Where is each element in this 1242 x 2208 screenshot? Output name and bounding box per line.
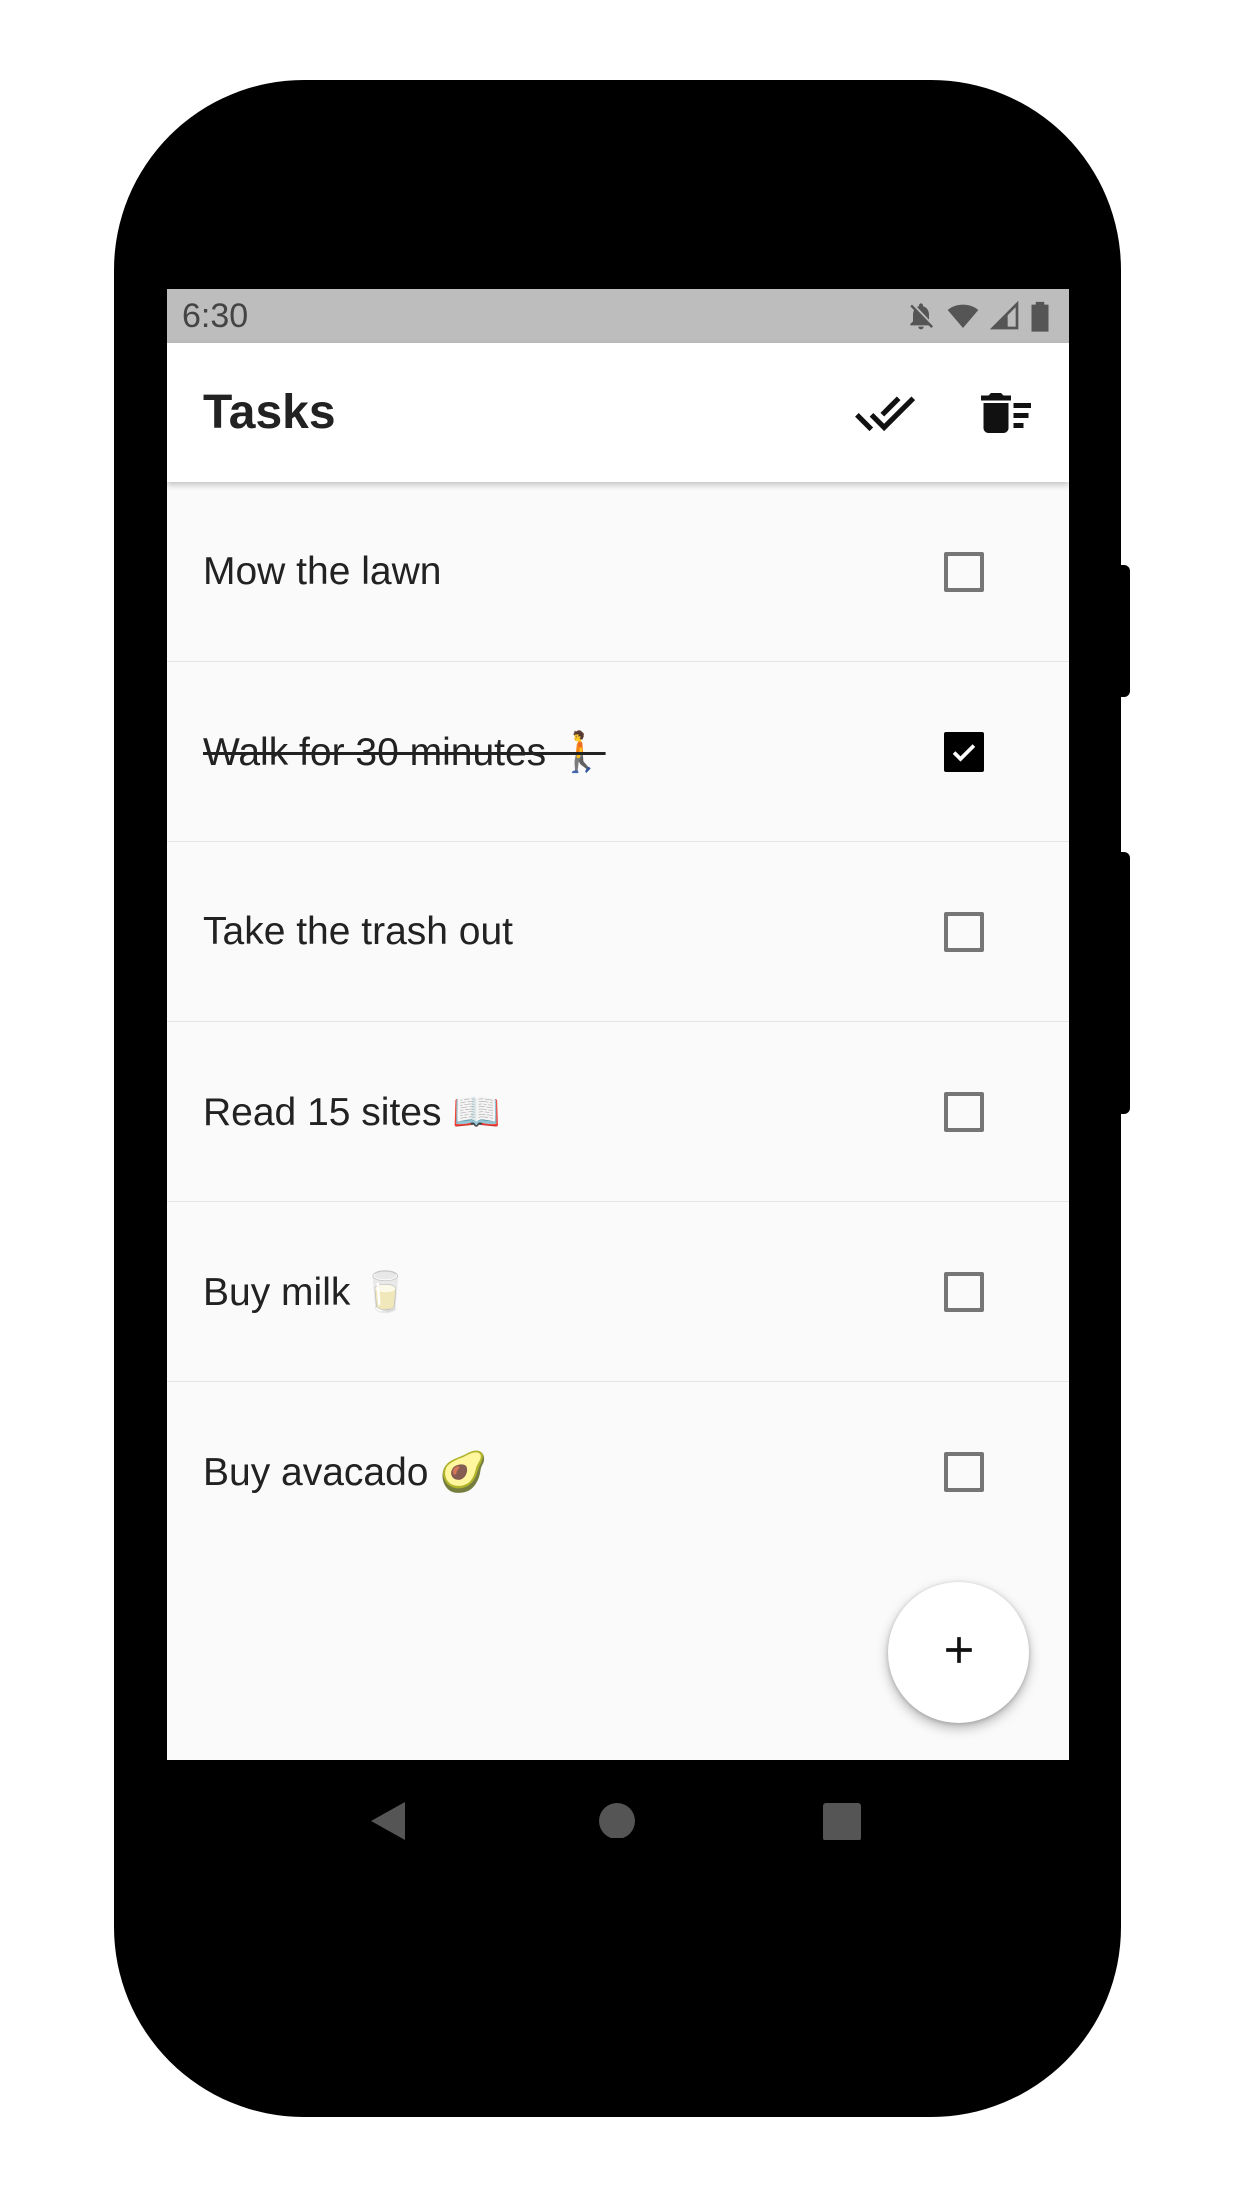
- status-time: 6:30: [182, 297, 249, 335]
- home-icon[interactable]: [598, 1800, 636, 1843]
- task-label: Take the trash out: [203, 909, 514, 953]
- app-bar: Tasks: [167, 343, 1069, 482]
- volume-button: [1121, 852, 1130, 1114]
- task-checkbox[interactable]: [944, 911, 984, 952]
- task-row[interactable]: Take the trash out: [167, 842, 1069, 1022]
- task-row[interactable]: Mow the lawn: [167, 482, 1069, 662]
- signal-icon: [989, 300, 1021, 332]
- task-checkbox[interactable]: [944, 551, 984, 592]
- task-row[interactable]: Buy avacado 🥑: [167, 1382, 1069, 1561]
- status-bar: 6:30: [167, 289, 1069, 343]
- task-row[interactable]: Read 15 sites 📖: [167, 1022, 1069, 1202]
- done-all-icon: [854, 382, 916, 449]
- task-checkbox[interactable]: [944, 1451, 984, 1492]
- task-row[interactable]: Buy milk 🥛: [167, 1202, 1069, 1382]
- mark-all-done-button[interactable]: [849, 379, 921, 451]
- delete-sweep-icon: [976, 383, 1036, 448]
- task-label: Mow the lawn: [203, 549, 442, 593]
- task-label: Buy avacado 🥑: [203, 1450, 488, 1494]
- add-task-button[interactable]: [888, 1582, 1029, 1723]
- status-icons: [905, 298, 1051, 334]
- task-checkbox[interactable]: [944, 731, 984, 772]
- wifi-icon: [945, 300, 981, 332]
- task-label: Buy milk 🥛: [203, 1270, 410, 1314]
- task-row[interactable]: Walk for 30 minutes 🚶: [167, 662, 1069, 842]
- screen: 6:30 Tasks Mow the lawn Walk for 30 minu…: [167, 289, 1069, 1760]
- recents-icon[interactable]: [822, 1800, 862, 1845]
- page-title: Tasks: [203, 386, 336, 439]
- task-list: Mow the lawn Walk for 30 minutes 🚶 Take th…: [167, 482, 1069, 1561]
- battery-icon: [1029, 299, 1051, 333]
- delete-completed-button[interactable]: [970, 379, 1042, 451]
- task-checkbox[interactable]: [944, 1271, 984, 1312]
- notifications-off-icon: [905, 300, 937, 332]
- nav-bar: [167, 1760, 1069, 1878]
- task-label: Read 15 sites 📖: [203, 1090, 501, 1134]
- check-icon: [952, 743, 976, 762]
- task-label: Walk for 30 minutes 🚶: [203, 730, 606, 774]
- power-button: [1121, 565, 1130, 697]
- task-checkbox[interactable]: [944, 1091, 984, 1132]
- add-icon: [937, 1628, 981, 1677]
- back-icon[interactable]: [367, 1800, 407, 1847]
